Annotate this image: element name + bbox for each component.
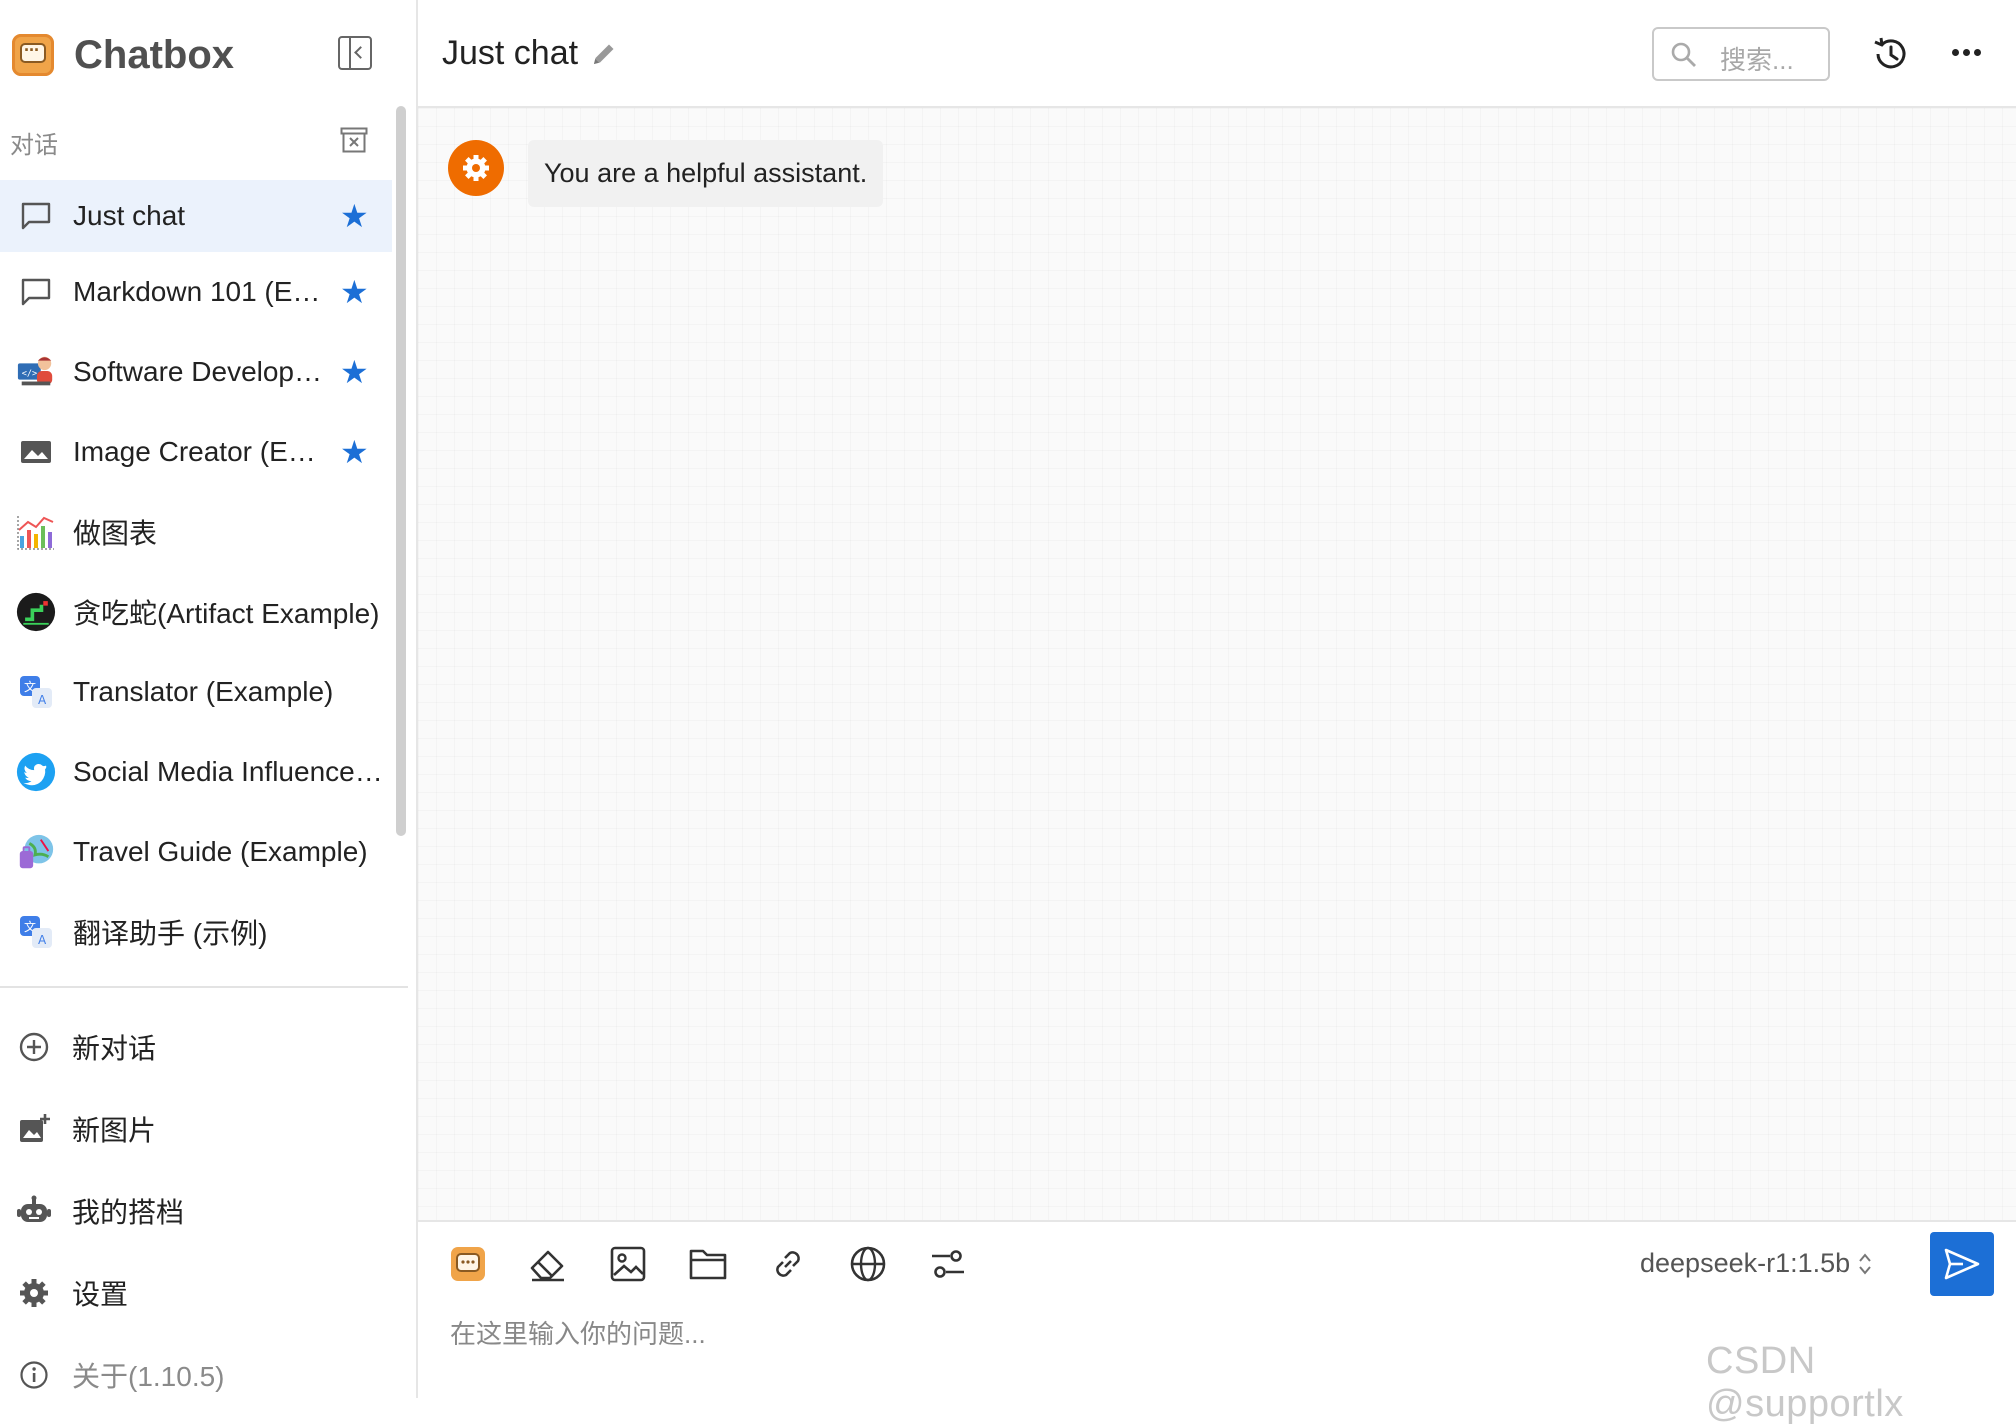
new-image-button[interactable]: 新图片 — [0, 1088, 400, 1170]
model-name: deepseek-r1:1.5b — [1640, 1248, 1851, 1278]
sidebar: Chatbox 对话 Just chat ★ Markdown 101 (E… … — [0, 0, 418, 1398]
composer-toolbar — [446, 1242, 1006, 1286]
more-options-icon[interactable] — [1952, 49, 1985, 56]
about-button[interactable]: 关于(1.10.5) — [0, 1334, 400, 1416]
folder-icon[interactable] — [686, 1242, 730, 1286]
about-label: 关于(1.10.5) — [72, 1361, 225, 1392]
conversation-item-chart[interactable]: 做图表 — [0, 492, 392, 572]
send-button[interactable] — [1930, 1232, 1994, 1296]
image-upload-icon[interactable] — [606, 1242, 650, 1286]
snake-game-avatar-icon — [16, 592, 56, 632]
settings-label: 设置 — [72, 1279, 129, 1310]
conversation-item-social-media[interactable]: Social Media Influence… — [0, 732, 392, 812]
conversation-label: 贪吃蛇(Artifact Example) — [73, 598, 380, 629]
new-chat-label: 新对话 — [72, 1033, 157, 1064]
app-name: Chatbox — [74, 32, 234, 77]
conversation-item-markdown[interactable]: Markdown 101 (E… ★ — [0, 252, 392, 332]
new-chat-button[interactable]: 新对话 — [0, 1006, 400, 1088]
message-input[interactable]: 在这里输入你的问题... — [450, 1314, 706, 1351]
chat-title[interactable]: Just chat — [442, 34, 578, 73]
add-circle-icon — [16, 1029, 52, 1065]
conversation-label: Travel Guide (Example) — [73, 836, 368, 867]
watermark: CSDN @supportlx — [1706, 1340, 1904, 1425]
search-input[interactable]: 搜索... — [1652, 27, 1830, 81]
robot-icon — [16, 1193, 52, 1229]
settings-sliders-icon[interactable] — [926, 1242, 970, 1286]
my-copilots-label: 我的搭档 — [72, 1197, 185, 1228]
composer: deepseek-r1:1.5b 在这里输入你的问题... CSDN @supp… — [418, 1220, 2016, 1425]
conversation-item-software-developer[interactable]: </> Software Develop… ★ — [0, 332, 392, 412]
chat-bubble-icon — [16, 272, 56, 312]
chatbox-logo-icon — [12, 34, 54, 76]
star-icon[interactable]: ★ — [340, 200, 369, 232]
chat-bubble-icon — [16, 196, 56, 236]
conversation-label: Image Creator (E… — [73, 436, 316, 467]
chat-header: Just chat 搜索... — [418, 0, 2016, 108]
conversation-label: Translator (Example) — [73, 676, 334, 707]
conversation-item-snake[interactable]: 贪吃蛇(Artifact Example) — [0, 572, 392, 652]
globe-icon[interactable] — [846, 1242, 890, 1286]
sidebar-menu: 新对话 新图片 我的搭档 设置 关于(1.10.5) — [0, 1006, 400, 1416]
message-text: You are a helpful assistant. — [528, 140, 884, 207]
gear-icon — [16, 1275, 52, 1311]
system-message: You are a helpful assistant. — [448, 140, 884, 207]
conversation-label: Social Media Influence… — [73, 756, 383, 787]
edit-pencil-icon[interactable] — [590, 40, 618, 68]
collapse-sidebar-icon[interactable] — [338, 36, 372, 70]
section-label: 对话 — [10, 132, 58, 159]
sidebar-scrollbar[interactable] — [396, 106, 406, 836]
chat-main: Just chat 搜索... You are a helpful assist… — [418, 0, 2016, 1425]
history-icon[interactable] — [1870, 34, 1910, 74]
conversation-label: Markdown 101 (E… — [73, 276, 321, 307]
send-icon — [1944, 1248, 1980, 1280]
conversation-label: Software Develop… — [73, 356, 323, 387]
svg-text:A: A — [38, 693, 47, 707]
link-icon[interactable] — [766, 1242, 810, 1286]
conversation-list: Just chat ★ Markdown 101 (E… ★ </> Softw… — [0, 180, 392, 972]
gear-icon — [448, 140, 504, 196]
eraser-icon[interactable] — [526, 1242, 570, 1286]
translate-avatar-icon: 文 A — [16, 912, 56, 952]
developer-avatar-icon: </> — [16, 352, 56, 392]
chevron-up-down-icon — [1859, 1252, 1871, 1275]
conversation-item-travel-guide[interactable]: Travel Guide (Example) — [0, 812, 392, 892]
twitter-avatar-icon — [16, 752, 56, 792]
image-icon — [16, 432, 56, 472]
translate-avatar-icon: 文 A — [16, 672, 56, 712]
info-icon — [16, 1357, 52, 1393]
settings-button[interactable]: 设置 — [0, 1252, 400, 1334]
sidebar-divider — [0, 986, 408, 988]
conversation-item-image-creator[interactable]: Image Creator (E… ★ — [0, 412, 392, 492]
svg-text:A: A — [38, 933, 47, 947]
conversation-item-translate-assistant[interactable]: 文 A 翻译助手 (示例) — [0, 892, 392, 972]
search-placeholder: 搜索... — [1720, 45, 1794, 75]
star-icon[interactable]: ★ — [340, 276, 369, 308]
star-icon[interactable]: ★ — [340, 436, 369, 468]
conversation-label: 做图表 — [73, 518, 158, 549]
conversation-item-just-chat[interactable]: Just chat ★ — [0, 180, 392, 252]
svg-text:</>: </> — [22, 369, 37, 379]
brand: Chatbox — [12, 30, 234, 80]
conversation-label: 翻译助手 (示例) — [73, 918, 268, 949]
my-copilots-button[interactable]: 我的搭档 — [0, 1170, 400, 1252]
add-image-icon — [16, 1111, 52, 1147]
archive-clear-icon[interactable] — [340, 127, 368, 153]
conversation-label: Just chat — [73, 200, 186, 231]
model-selector[interactable]: deepseek-r1:1.5b — [1640, 1248, 1872, 1279]
star-icon[interactable]: ★ — [340, 356, 369, 388]
search-icon — [1671, 42, 1696, 67]
chart-avatar-icon — [16, 512, 56, 552]
new-image-label: 新图片 — [72, 1115, 157, 1146]
conversation-item-translator[interactable]: 文 A Translator (Example) — [0, 652, 392, 732]
copilot-icon[interactable] — [446, 1242, 490, 1286]
travel-avatar-icon — [16, 832, 56, 872]
